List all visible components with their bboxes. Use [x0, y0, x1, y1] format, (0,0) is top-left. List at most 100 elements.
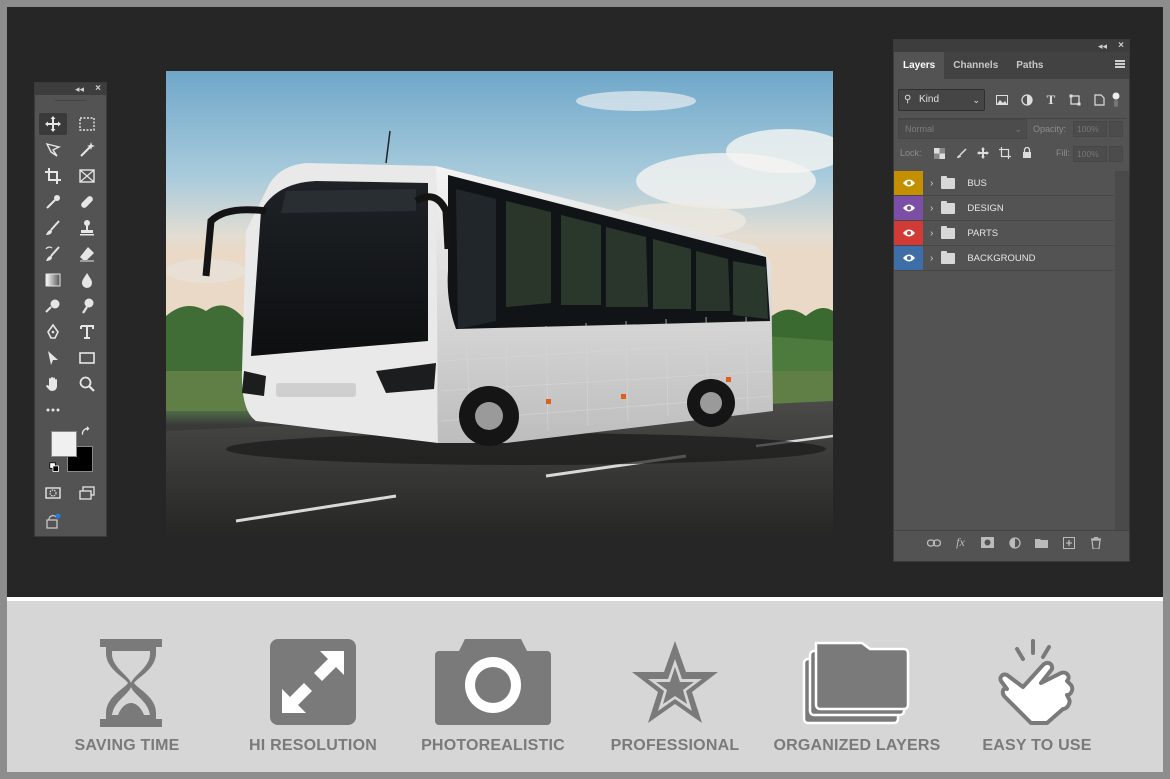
crop-tool-icon[interactable]: [39, 165, 67, 187]
feature-photorealistic: PHOTOREALISTIC: [403, 601, 583, 772]
layer-row-background[interactable]: › BACKGROUND: [894, 246, 1114, 271]
expand-icon: [270, 639, 356, 725]
link-layers-icon[interactable]: [926, 536, 941, 550]
default-colors-icon[interactable]: [47, 460, 61, 474]
hourglass-icon: [100, 639, 162, 727]
opacity-input[interactable]: 100%: [1073, 121, 1107, 137]
chevron-right-icon[interactable]: ›: [930, 178, 933, 189]
layer-list: › BUS › DESIGN › PARTS › BACKGROUND: [894, 171, 1114, 271]
blur-tool-icon[interactable]: [73, 269, 101, 291]
feature-label: PHOTOREALISTIC: [421, 737, 565, 754]
layers-panel: ◂◂ × Layers Channels Paths ⚲ Kind ⌄ T No…: [893, 39, 1130, 562]
screen-mode-icon[interactable]: [73, 482, 101, 504]
collapse-icon[interactable]: ◂◂: [1098, 40, 1107, 52]
zoom-tool-icon[interactable]: [73, 373, 101, 395]
visibility-eye-icon[interactable]: [894, 171, 923, 195]
stamp-tool-icon[interactable]: [73, 217, 101, 239]
lock-pixels-icon[interactable]: [954, 146, 968, 160]
pen-tool-icon[interactable]: [39, 321, 67, 343]
blend-mode-value: Normal: [905, 124, 935, 134]
fill-input[interactable]: 100%: [1073, 146, 1107, 162]
chevron-right-icon[interactable]: ›: [930, 253, 933, 264]
adjustment-layer-icon[interactable]: [1007, 536, 1022, 550]
hand-tool-icon[interactable]: [39, 373, 67, 395]
magic-wand-tool-icon[interactable]: [73, 139, 101, 161]
delete-layer-icon[interactable]: [1088, 536, 1103, 550]
lock-artboard-icon[interactable]: [998, 146, 1012, 160]
fill-dropdown[interactable]: [1109, 146, 1123, 162]
move-tool-icon[interactable]: [39, 113, 67, 135]
filter-kind-select[interactable]: ⚲ Kind ⌄: [898, 89, 985, 111]
panel-menu-icon[interactable]: [1115, 60, 1125, 68]
opacity-dropdown[interactable]: [1109, 121, 1123, 137]
shape-filter-icon[interactable]: [1067, 92, 1083, 108]
smart-object-filter-icon[interactable]: [1091, 92, 1107, 108]
layer-row-bus[interactable]: › BUS: [894, 171, 1114, 196]
rectangle-tool-icon[interactable]: [73, 347, 101, 369]
close-icon[interactable]: ×: [1118, 40, 1124, 52]
feature-label: HI RESOLUTION: [249, 737, 377, 754]
layer-row-design[interactable]: › DESIGN: [894, 196, 1114, 221]
eraser-tool-icon[interactable]: [73, 243, 101, 265]
eyedropper-tool-icon[interactable]: [39, 191, 67, 213]
type-tool-icon[interactable]: [73, 321, 101, 343]
folder-icon: [941, 250, 956, 264]
filter-toggle-icon[interactable]: [1111, 92, 1121, 108]
chevron-right-icon[interactable]: ›: [930, 228, 933, 239]
add-mask-icon[interactable]: [980, 536, 995, 550]
history-brush-tool-icon[interactable]: [39, 243, 67, 265]
visibility-eye-icon[interactable]: [894, 221, 923, 245]
new-group-icon[interactable]: [1034, 536, 1049, 550]
gradient-tool-icon[interactable]: [39, 269, 67, 291]
visibility-eye-icon[interactable]: [894, 196, 923, 220]
quick-mask-icon[interactable]: [39, 482, 67, 504]
tab-paths[interactable]: Paths: [1007, 52, 1052, 79]
chevron-right-icon[interactable]: ›: [930, 203, 933, 214]
feature-saving-time: SAVING TIME: [41, 601, 221, 772]
type-filter-icon[interactable]: T: [1043, 92, 1059, 108]
dodge-tool-icon[interactable]: [39, 295, 67, 317]
tools-panel-header[interactable]: ◂◂ ×: [35, 83, 106, 95]
search-icon: ⚲: [904, 94, 912, 105]
lock-transparent-icon[interactable]: [932, 146, 946, 160]
feature-professional: PROFESSIONAL: [585, 601, 765, 772]
lock-all-icon[interactable]: [1020, 146, 1034, 160]
fx-icon[interactable]: fx: [953, 535, 968, 550]
folder-icon: [941, 175, 956, 189]
feature-label: EASY TO USE: [982, 737, 1092, 754]
pixel-filter-icon[interactable]: [994, 92, 1010, 108]
lock-position-icon[interactable]: [976, 146, 990, 160]
foreground-color-swatch[interactable]: [51, 431, 77, 457]
fill-label: Fill:: [1056, 148, 1070, 158]
swap-colors-icon[interactable]: [79, 425, 93, 439]
lasso-tool-icon[interactable]: [39, 139, 67, 161]
tab-channels[interactable]: Channels: [944, 52, 1007, 79]
folders-icon: [802, 641, 910, 725]
collapse-icon[interactable]: ◂◂: [75, 83, 84, 95]
layer-row-parts[interactable]: › PARTS: [894, 221, 1114, 246]
tab-layers[interactable]: Layers: [894, 52, 945, 79]
healing-tool-icon[interactable]: [73, 191, 101, 213]
frame-tool-icon[interactable]: [73, 165, 101, 187]
document-canvas[interactable]: [166, 71, 833, 537]
close-icon[interactable]: ×: [95, 83, 101, 95]
burn-tool-icon[interactable]: [73, 295, 101, 317]
feature-label: SAVING TIME: [74, 737, 180, 754]
path-select-tool-icon[interactable]: [39, 347, 67, 369]
brush-tool-icon[interactable]: [39, 217, 67, 239]
layers-scrollbar[interactable]: [1115, 171, 1129, 531]
panel-grip[interactable]: [55, 95, 86, 101]
marquee-tool-icon[interactable]: [73, 113, 101, 135]
new-layer-icon[interactable]: [1061, 536, 1076, 550]
blend-mode-select[interactable]: Normal ⌄: [898, 119, 1027, 139]
lock-label: Lock:: [900, 148, 922, 158]
visibility-eye-icon[interactable]: [894, 246, 923, 270]
adjustment-filter-icon[interactable]: [1019, 92, 1035, 108]
feature-hi-resolution: HI RESOLUTION: [223, 601, 403, 772]
tools-panel: ◂◂ ×: [34, 82, 107, 537]
edit-toolbar-icon[interactable]: [39, 510, 67, 532]
more-tools-icon[interactable]: [39, 399, 67, 421]
chevron-down-icon: ⌄: [972, 95, 980, 105]
panel-tabs: Layers Channels Paths: [894, 52, 1129, 79]
layers-panel-header[interactable]: ◂◂ ×: [894, 40, 1129, 52]
